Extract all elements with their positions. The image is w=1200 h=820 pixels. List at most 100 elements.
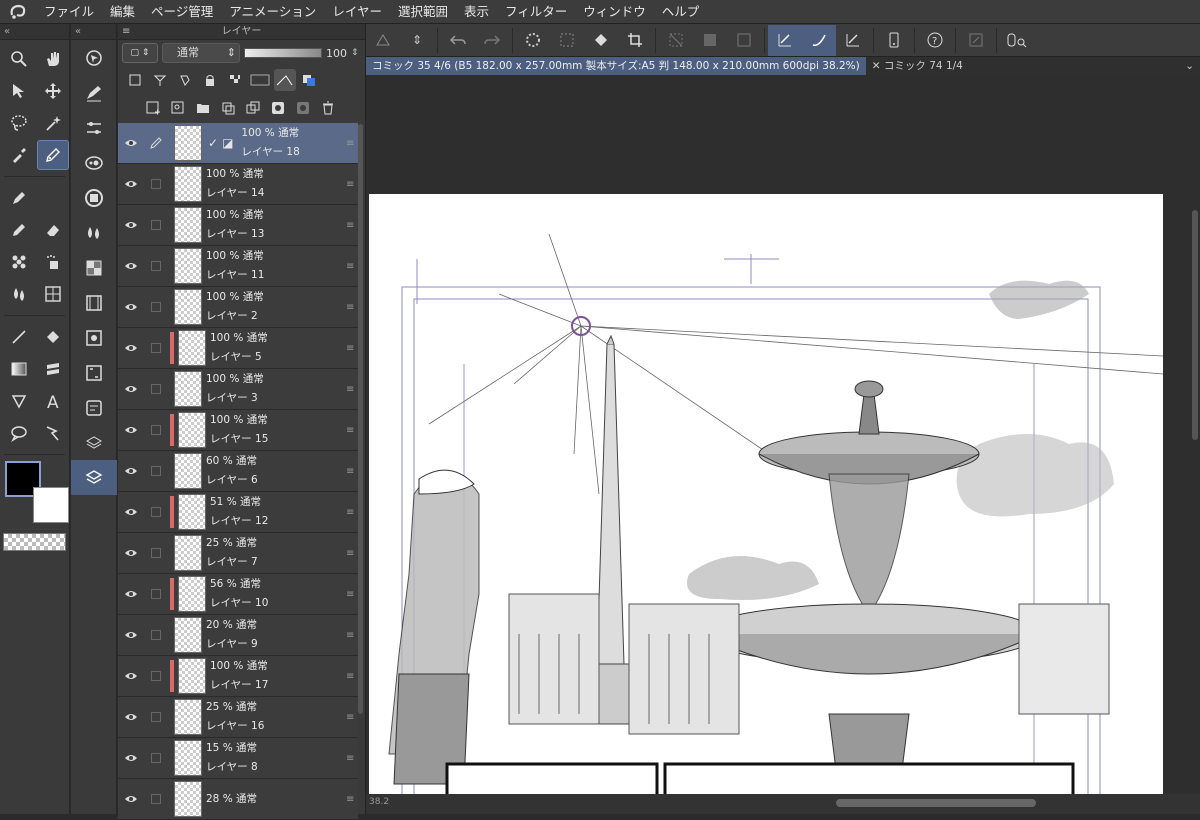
lock-layer-icon[interactable]	[199, 69, 221, 91]
visibility-eye-icon[interactable]	[118, 507, 144, 517]
select-all-icon[interactable]	[727, 25, 761, 56]
opacity-value[interactable]: 100	[326, 47, 347, 60]
layer-row[interactable]: 100 % 通常 レイヤー 2 ≡	[118, 287, 358, 328]
visibility-eye-icon[interactable]	[118, 671, 144, 681]
tab-comic-74[interactable]: ✕ コミック 74 1/4	[866, 57, 969, 75]
airbrush-tool-icon[interactable]	[37, 247, 69, 277]
marker-tool-icon[interactable]	[3, 183, 35, 213]
move-tool-icon[interactable]	[37, 76, 69, 106]
visibility-eye-icon[interactable]	[118, 712, 144, 722]
layer-row[interactable]: 25 % 通常 レイヤー 16 ≡	[118, 697, 358, 738]
canvas-area[interactable]	[366, 75, 1200, 814]
delete-layer-icon[interactable]	[317, 97, 339, 119]
layer-handle-icon[interactable]: ≡	[346, 671, 358, 682]
redo-icon[interactable]	[475, 25, 509, 56]
layer-property-icon[interactable]	[71, 355, 117, 390]
invert-selection-icon[interactable]	[693, 25, 727, 56]
layer-check-box[interactable]	[144, 179, 168, 189]
canvas-horizontal-scrollbar[interactable]	[836, 799, 1036, 807]
layer-handle-icon[interactable]: ≡	[346, 466, 358, 477]
menu-item-8[interactable]: ウィンドウ	[575, 0, 654, 24]
transfer-down-icon[interactable]	[217, 97, 239, 119]
color-circle-icon[interactable]	[71, 180, 117, 215]
ruler-display-icon[interactable]	[274, 69, 296, 91]
lock-transparent-icon[interactable]	[224, 69, 246, 91]
color-set-icon[interactable]	[71, 215, 117, 250]
layer-check-box[interactable]	[144, 589, 168, 599]
draft-layer-icon[interactable]	[174, 69, 196, 91]
layer-row[interactable]: 25 % 通常 レイヤー 7 ≡	[118, 533, 358, 574]
operation-tool-icon[interactable]	[3, 76, 35, 106]
visibility-eye-icon[interactable]	[118, 302, 144, 312]
clear-outside-icon[interactable]	[659, 25, 693, 56]
undo-icon[interactable]	[441, 25, 475, 56]
new-vector-layer-icon[interactable]	[167, 97, 189, 119]
layer-check-box[interactable]	[144, 302, 168, 312]
tool-property-icon[interactable]	[71, 110, 117, 145]
layer-check-box[interactable]	[144, 384, 168, 394]
snap-to-ruler-icon[interactable]	[768, 24, 802, 56]
layer-handle-icon[interactable]: ≡	[346, 138, 358, 149]
device-icon[interactable]	[877, 25, 911, 56]
layer-panel-icon[interactable]	[71, 460, 117, 495]
layer-row[interactable]: 51 % 通常 レイヤー 12 ≡	[118, 492, 358, 533]
animation-timeline-icon[interactable]	[71, 285, 117, 320]
hand-tool-icon[interactable]	[37, 44, 69, 74]
layer-handle-icon[interactable]: ≡	[346, 630, 358, 641]
visibility-eye-icon[interactable]	[118, 466, 144, 476]
layer-handle-icon[interactable]: ≡	[346, 507, 358, 518]
layer-check-box[interactable]	[144, 261, 168, 271]
pencil-tool-icon[interactable]	[3, 215, 35, 245]
ruler-tool-icon[interactable]	[37, 354, 69, 384]
menu-item-6[interactable]: 表示	[456, 0, 497, 24]
layer-row[interactable]: 100 % 通常 レイヤー 3 ≡	[118, 369, 358, 410]
text-tool-icon[interactable]: A	[37, 386, 69, 416]
color-history-icon[interactable]	[71, 320, 117, 355]
visibility-eye-icon[interactable]	[118, 343, 144, 353]
layer-check-box[interactable]	[144, 466, 168, 476]
layer-handle-icon[interactable]: ≡	[346, 261, 358, 272]
background-color-swatch[interactable]	[33, 487, 69, 523]
layer-handle-icon[interactable]: ≡	[346, 384, 358, 395]
layer-row[interactable]: 100 % 通常 レイヤー 14 ≡	[118, 164, 358, 205]
correct-line-tool-icon[interactable]	[37, 418, 69, 448]
layer-row[interactable]: 100 % 通常 レイヤー 15 ≡	[118, 410, 358, 451]
layer-handle-icon[interactable]: ≡	[346, 589, 358, 600]
layer-handle-icon[interactable]: ≡	[346, 343, 358, 354]
layer-check-box[interactable]	[144, 794, 168, 804]
add-mask-icon[interactable]	[267, 97, 289, 119]
mask-toggle-icon[interactable]	[249, 69, 271, 91]
snap-to-grid-icon[interactable]	[836, 25, 870, 56]
visibility-eye-icon[interactable]	[118, 384, 144, 394]
layer-check-box[interactable]	[144, 425, 168, 435]
intermediate-color-icon[interactable]	[71, 250, 117, 285]
menu-item-9[interactable]: ヘルプ	[654, 0, 708, 24]
new-raster-layer-icon[interactable]	[142, 97, 164, 119]
layer-check-box[interactable]	[144, 220, 168, 230]
snap-to-special-ruler-icon[interactable]	[802, 24, 836, 56]
apply-mask-icon[interactable]	[292, 97, 314, 119]
visibility-eye-icon[interactable]	[118, 753, 144, 763]
menu-item-5[interactable]: 選択範囲	[390, 0, 456, 24]
help-icon[interactable]: ?	[918, 25, 952, 56]
material-icon[interactable]	[71, 425, 117, 460]
menu-item-0[interactable]: ファイル	[36, 0, 102, 24]
layer-row[interactable]: 20 % 通常 レイヤー 9 ≡	[118, 615, 358, 656]
brush-size-icon[interactable]	[71, 145, 117, 180]
editing-pen-icon[interactable]	[144, 136, 168, 150]
layer-handle-icon[interactable]: ≡	[346, 794, 358, 805]
layer-check-box[interactable]	[144, 671, 168, 681]
visibility-eye-icon[interactable]	[118, 425, 144, 435]
save-icon[interactable]	[366, 25, 400, 56]
layer-check-box[interactable]	[144, 507, 168, 517]
eraser-tool-icon[interactable]	[37, 215, 69, 245]
app-logo-icon[interactable]	[0, 0, 36, 24]
combine-layer-icon[interactable]	[242, 97, 264, 119]
panel-menu-icon[interactable]: ≡	[122, 24, 130, 40]
layer-check-box[interactable]	[144, 753, 168, 763]
layer-row[interactable]: 100 % 通常 レイヤー 5 ≡	[118, 328, 358, 369]
fill-selection-icon[interactable]	[584, 25, 618, 56]
layer-check-box[interactable]	[144, 630, 168, 640]
transparent-color-swatch[interactable]	[3, 533, 66, 551]
opacity-slider[interactable]	[244, 48, 322, 58]
